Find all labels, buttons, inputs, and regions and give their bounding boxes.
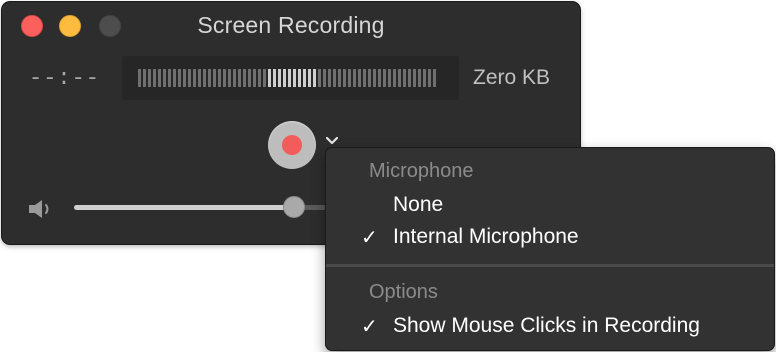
audio-level-bar: [168, 69, 171, 87]
audio-level-bar: [363, 69, 366, 87]
audio-level-bar: [348, 69, 351, 87]
audio-level-bar: [318, 69, 321, 87]
audio-level-bar: [343, 69, 346, 87]
audio-level-bar: [333, 69, 336, 87]
audio-level-bar: [313, 69, 316, 87]
audio-level-bar: [248, 69, 251, 87]
volume-slider-knob[interactable]: [283, 196, 306, 218]
menu-item-label: Internal Microphone: [393, 225, 579, 248]
volume-slider-fill: [74, 205, 295, 210]
menu-item-show-mouse-clicks[interactable]: ✓ Show Mouse Clicks in Recording: [326, 312, 774, 342]
audio-level-bar: [323, 69, 326, 87]
menu-item-none[interactable]: None: [326, 191, 774, 221]
check-icon: ✓: [361, 316, 378, 338]
audio-level-bar: [398, 69, 401, 87]
audio-level-bar: [213, 69, 216, 87]
options-menu: Microphone None ✓ Internal Microphone Op…: [326, 148, 774, 350]
audio-level-bar: [183, 69, 186, 87]
audio-level-bar: [228, 69, 231, 87]
audio-level-bar: [308, 69, 311, 87]
audio-level-bar: [223, 69, 226, 87]
audio-level-bar: [388, 69, 391, 87]
audio-level-bar: [413, 69, 416, 87]
menu-item-label: None: [393, 193, 444, 216]
speaker-icon: [29, 200, 49, 218]
audio-level-bar: [198, 69, 201, 87]
audio-level-bar: [233, 69, 236, 87]
audio-level-bar: [253, 69, 256, 87]
audio-level-bar: [383, 69, 386, 87]
audio-level-bar: [173, 69, 176, 87]
audio-level-bar: [208, 69, 211, 87]
menu-item-internal-microphone[interactable]: ✓ Internal Microphone: [326, 223, 774, 253]
audio-level-bar: [188, 69, 191, 87]
audio-level-bar: [268, 69, 271, 87]
audio-level-bar: [408, 69, 411, 87]
audio-level-bar: [353, 69, 356, 87]
stage: Screen Recording --:-- Zero KB Microphon…: [0, 0, 776, 352]
audio-level-bar: [428, 69, 431, 87]
audio-level-bar: [303, 69, 306, 87]
check-icon: ✓: [361, 227, 378, 249]
audio-level-bar: [138, 69, 141, 87]
record-button[interactable]: [268, 121, 316, 169]
audio-level-bar: [278, 69, 281, 87]
audio-level-bar: [368, 69, 371, 87]
audio-level-bar: [158, 69, 161, 87]
audio-level-bar: [423, 69, 426, 87]
elapsed-time: --:--: [29, 66, 101, 91]
menu-item-label: Show Mouse Clicks in Recording: [393, 314, 700, 337]
audio-level-bar: [203, 69, 206, 87]
audio-level-meter: [122, 56, 459, 100]
audio-level-bar: [163, 69, 166, 87]
audio-level-bar: [263, 69, 266, 87]
audio-level-bar: [273, 69, 276, 87]
record-dot-icon: [282, 135, 302, 155]
audio-level-bar: [378, 69, 381, 87]
audio-level-bar: [393, 69, 396, 87]
audio-level-bar: [148, 69, 151, 87]
audio-level-bar: [403, 69, 406, 87]
audio-level-bar: [328, 69, 331, 87]
audio-level-bar: [243, 69, 246, 87]
audio-level-bar: [143, 69, 146, 87]
audio-level-bar: [193, 69, 196, 87]
audio-level-bar: [218, 69, 221, 87]
audio-level-bar: [288, 69, 291, 87]
audio-level-bar: [293, 69, 296, 87]
audio-level-bar: [338, 69, 341, 87]
audio-level-bar: [433, 69, 436, 87]
audio-level-bar: [258, 69, 261, 87]
menu-header-options: Options: [369, 281, 438, 303]
audio-level-bar: [358, 69, 361, 87]
audio-level-bar: [283, 69, 286, 87]
chevron-down-icon[interactable]: [324, 135, 340, 147]
menu-header-microphone: Microphone: [369, 160, 474, 182]
audio-level-bars: [138, 69, 436, 87]
menu-separator: [326, 264, 774, 267]
audio-level-bar: [298, 69, 301, 87]
file-size: Zero KB: [473, 66, 551, 89]
audio-level-bar: [178, 69, 181, 87]
audio-level-bar: [153, 69, 156, 87]
audio-level-bar: [373, 69, 376, 87]
audio-level-bar: [238, 69, 241, 87]
window-title: Screen Recording: [197, 12, 385, 38]
audio-level-bar: [418, 69, 421, 87]
